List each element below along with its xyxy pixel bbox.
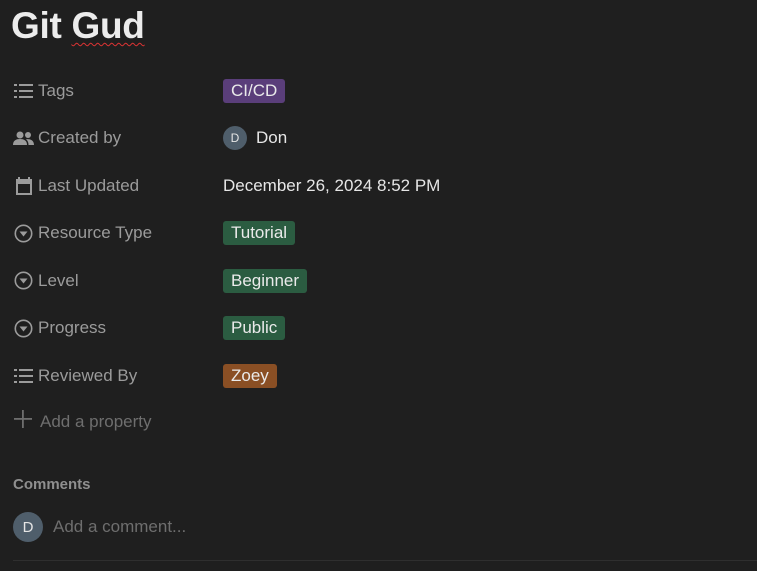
property-label-tags[interactable]: Tags: [13, 80, 213, 101]
avatar: D: [13, 512, 43, 542]
title-word-2: Gud: [71, 5, 145, 46]
title-word-1: Git: [11, 5, 72, 46]
property-value-resource-type[interactable]: Tutorial: [223, 221, 296, 246]
person-name: Don: [256, 128, 288, 148]
page-title[interactable]: Git Gud: [11, 4, 145, 48]
property-label-last-updated[interactable]: Last Updated: [13, 175, 213, 196]
list-icon: [13, 80, 34, 101]
date-text: December 26, 2024 8:52 PM: [223, 175, 441, 195]
property-label-text: Resource Type: [38, 223, 153, 243]
property-value-created-by[interactable]: D Don: [223, 126, 288, 151]
property-label-reviewed-by[interactable]: Reviewed By: [13, 365, 213, 386]
property-row-created-by: Created by D Don: [0, 115, 757, 163]
property-value-progress[interactable]: Public: [223, 316, 286, 341]
property-row-progress: Progress Public: [0, 305, 757, 353]
property-label-created-by[interactable]: Created by: [13, 128, 213, 149]
select-icon: [13, 270, 34, 291]
select-icon: [13, 223, 34, 244]
property-row-level: Level Beginner: [0, 257, 757, 305]
property-label-text: Created by: [38, 128, 122, 148]
divider: [13, 560, 757, 561]
property-label-resource-type[interactable]: Resource Type: [13, 223, 213, 244]
plus-icon: [13, 409, 33, 434]
property-value-tags[interactable]: CI/CD: [223, 78, 286, 103]
comment-composer: D: [13, 512, 653, 542]
property-label-text: Tags: [38, 80, 74, 100]
tag-badge[interactable]: Zoey: [223, 363, 277, 388]
property-row-resource-type: Resource Type Tutorial: [0, 210, 757, 258]
property-value-last-updated: December 26, 2024 8:52 PM: [223, 176, 440, 196]
select-icon: [13, 318, 34, 339]
property-value-level[interactable]: Beginner: [223, 268, 308, 293]
calendar-icon: [13, 175, 34, 196]
select-badge[interactable]: Tutorial: [223, 221, 296, 246]
list-icon: [13, 365, 34, 386]
property-label-level[interactable]: Level: [13, 270, 213, 291]
property-label-text: Level: [38, 270, 79, 290]
comment-input[interactable]: [53, 517, 653, 537]
avatar: D: [223, 126, 247, 151]
add-property-label: Add a property: [40, 411, 152, 431]
property-row-last-updated: Last Updated December 26, 2024 8:52 PM: [0, 162, 757, 210]
property-label-text: Reviewed By: [38, 365, 138, 385]
properties-panel: Tags CI/CD Created by D Don Last Updated…: [0, 67, 757, 400]
property-label-progress[interactable]: Progress: [13, 318, 213, 339]
property-value-reviewed-by[interactable]: Zoey: [223, 363, 277, 388]
property-row-tags: Tags CI/CD: [0, 67, 757, 115]
people-icon: [13, 128, 34, 149]
select-badge[interactable]: Public: [223, 316, 286, 341]
tag-badge[interactable]: CI/CD: [223, 78, 286, 103]
select-badge[interactable]: Beginner: [223, 268, 308, 293]
comments-heading: Comments: [13, 476, 91, 493]
property-row-reviewed-by: Reviewed By Zoey: [0, 352, 757, 400]
property-label-text: Last Updated: [38, 175, 140, 195]
property-label-text: Progress: [38, 318, 107, 338]
add-property-button[interactable]: Add a property: [13, 409, 152, 434]
